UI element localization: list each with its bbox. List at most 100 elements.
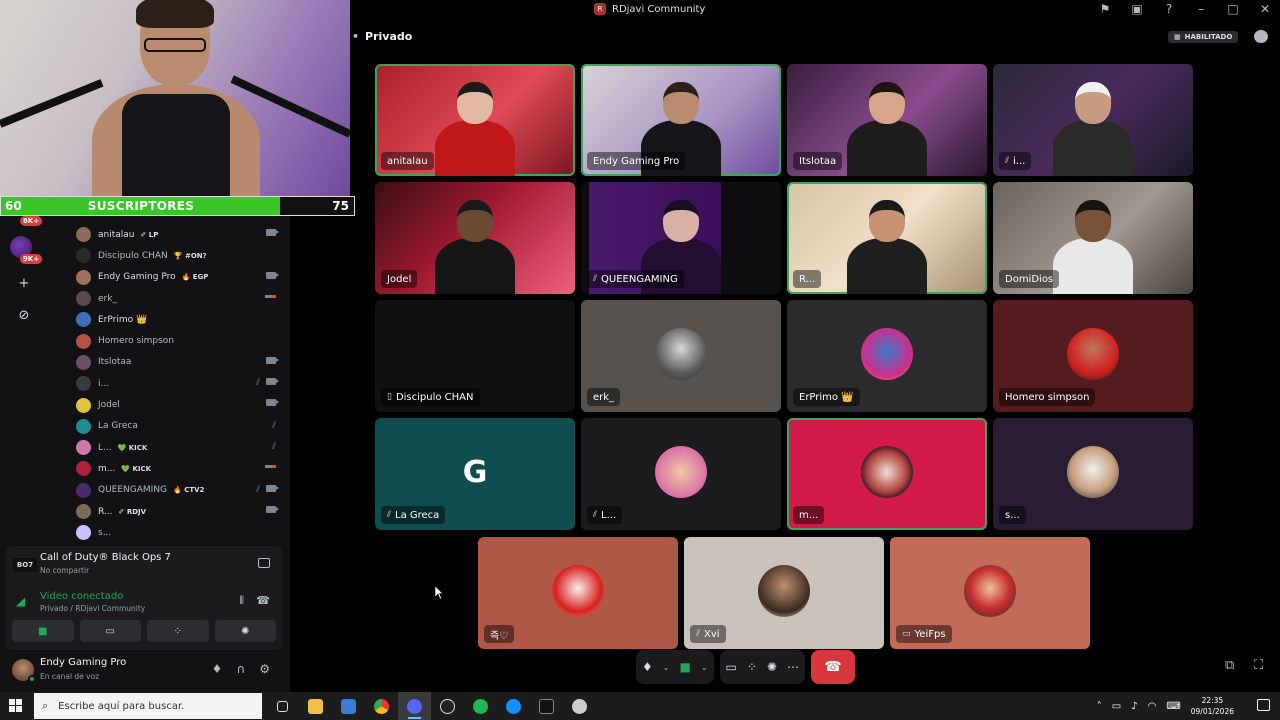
video-tile[interactable]: R... [787,182,987,294]
video-tile[interactable]: Jodel [375,182,575,294]
video-camera-icon[interactable]: ■ [679,660,690,674]
video-tile[interactable]: ▯ Discipulo CHAN [375,300,575,412]
member-row[interactable]: Homero simpson [76,330,286,351]
discord-taskbar-icon[interactable] [398,692,431,720]
member-row[interactable]: Discipulo CHAN 🏆 #ON? [76,245,286,266]
signal-icon[interactable]: ◢ [16,594,25,608]
participant-avatar [655,328,707,380]
microphone-icon[interactable]: ♦ [212,662,223,676]
member-row[interactable]: erk_ [76,288,286,309]
habilitado-badge[interactable]: ▦ HABILITADO [1168,31,1239,43]
wifi-icon[interactable]: ◠ [1148,701,1157,712]
minimize-button[interactable]: – [1194,2,1208,16]
discover-icon[interactable]: ⊘ [15,306,33,324]
member-row[interactable]: m... 💚 KICK [76,458,286,479]
volume-icon[interactable]: ♪ [1131,701,1137,712]
chrome-icon[interactable] [365,692,398,720]
participant-avatar [1067,446,1119,498]
network-icon[interactable]: ▭ [1112,701,1121,712]
camera-button[interactable]: ■ [12,620,74,642]
voice-status[interactable]: Video conectado [40,591,123,602]
clock[interactable]: 22:35 09/01/2026 [1191,695,1234,717]
flag-icon[interactable]: ⚑ [1098,2,1112,16]
video-tile[interactable]: erk_ [581,300,781,412]
video-tile[interactable]: Homero simpson [993,300,1193,412]
task-view-icon[interactable] [266,692,299,720]
video-tile[interactable]: anitalau [375,64,575,176]
soundboard-button[interactable]: ✺ [214,620,276,642]
video-tile[interactable]: DomiDios [993,182,1193,294]
chevron-down-icon[interactable]: ⌄ [701,663,708,672]
close-button[interactable]: ✕ [1258,2,1272,16]
microphone-icon[interactable]: ♦ [642,660,653,674]
video-tile[interactable]: ⫽ QUEENGAMING [581,182,781,294]
member-row[interactable]: QUEENGAMING 🔥 CTV2 ⫽ [76,480,286,501]
share-screen-icon[interactable] [258,558,270,568]
store-icon[interactable] [332,692,365,720]
chevron-down-icon[interactable]: ⌄ [663,663,670,672]
participant-name-label: s... [999,506,1026,524]
member-row[interactable]: ErPrimo 👑 [76,309,286,330]
chat-icon[interactable] [1254,30,1268,43]
member-row[interactable]: R... ✐ RDJV [76,501,286,522]
participant-video [1053,200,1133,294]
popout-icon[interactable]: ⧉ [1225,658,1234,673]
disconnect-icon[interactable]: ☎ [256,594,270,607]
video-tile[interactable]: Itslotaa [787,64,987,176]
shield-app-icon[interactable] [563,692,596,720]
settings-gear-icon[interactable]: ⚙ [259,662,270,676]
avatar [76,440,91,456]
chevron-up-icon[interactable]: ˄ [1097,701,1102,712]
windows-start-icon[interactable] [9,699,22,712]
inbox-icon[interactable]: ▣ [1130,2,1144,16]
search-icon: ⌕ [42,699,49,712]
member-row[interactable]: Endy Gaming Pro 🔥 EGP [76,267,286,288]
online-status-icon [28,675,36,683]
language-icon[interactable]: ⌨ [1166,701,1180,712]
member-row[interactable]: L... 💚 KICK ⫽ [76,437,286,458]
activities-button[interactable]: ⁘ [147,620,209,642]
member-row[interactable]: s... [76,522,286,543]
voice-buttons: ■ ▭ ⁘ ✺ [12,620,276,642]
member-tag: 🔥 CTV2 [173,486,205,495]
video-tile[interactable]: ⫽ i... [993,64,1193,176]
member-row[interactable]: Jodel [76,394,286,415]
fullscreen-icon[interactable]: ⛶ [1254,658,1263,673]
video-tile[interactable]: ⫽ L... [581,418,781,530]
soundboard-icon[interactable]: ✺ [767,660,777,674]
member-row[interactable]: La Greca ⫽ [76,416,286,437]
member-row[interactable]: anitalau ✐ LP [76,224,286,245]
member-row[interactable]: i... ⫽ [76,373,286,394]
call-of-duty-icon[interactable] [530,692,563,720]
notification-icon[interactable] [1257,699,1270,711]
battlenet-icon[interactable] [497,692,530,720]
video-tile[interactable]: ErPrimo 👑 [787,300,987,412]
video-tile[interactable]: ⫽ Xvi [684,537,884,649]
video-tile[interactable]: ▭ YeiFps [890,537,1090,649]
file-explorer-icon[interactable] [299,692,332,720]
taskbar-search[interactable]: ⌕ Escribe aquí para buscar. [34,693,262,719]
more-options-icon[interactable]: ⋯ [787,660,799,674]
voice-location[interactable]: Privado / RDjavi Community [40,604,145,613]
video-tile[interactable]: 즉♡ [478,537,678,649]
member-name: i... [98,378,110,389]
video-tile[interactable]: G ⫽ La Greca [375,418,575,530]
video-tile[interactable]: m... [787,418,987,530]
video-tile[interactable]: s... [993,418,1193,530]
spotify-icon[interactable] [464,692,497,720]
help-icon[interactable]: ? [1162,2,1176,16]
screen-share-button[interactable]: ▭ [79,620,141,642]
screen-share-icon[interactable]: ▭ [726,660,737,674]
end-call-button[interactable]: ☎ [810,650,855,684]
activities-icon[interactable]: ⁘ [747,660,757,674]
noise-suppression-icon[interactable]: ⫴ [239,594,244,608]
participant-name: L... [601,509,617,521]
headphones-icon[interactable]: ∩ [236,662,245,676]
member-row[interactable]: Itslotaa [76,352,286,373]
add-server-icon[interactable]: + [15,274,33,292]
video-tile[interactable]: Endy Gaming Pro [581,64,781,176]
maximize-button[interactable]: □ [1226,2,1240,16]
user-name[interactable]: Endy Gaming Pro [40,657,126,668]
obs-icon[interactable] [431,692,464,720]
member-tag: 💚 KICK [117,443,148,452]
